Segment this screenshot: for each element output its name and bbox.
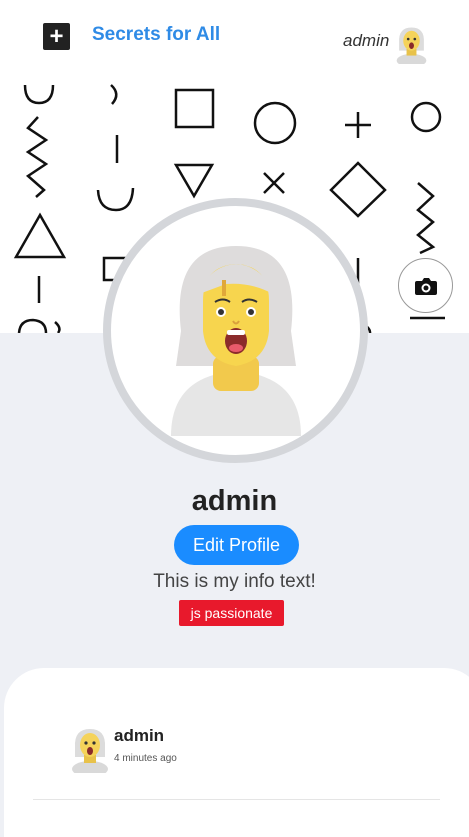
interest-tag[interactable]: js passionate [179,600,284,626]
profile-info-text: This is my info text! [153,571,316,592]
post-timestamp: 4 minutes ago [114,753,177,764]
camera-icon [414,277,437,295]
add-secret-button[interactable]: + [43,23,70,50]
header-avatar[interactable] [395,24,428,64]
divider [33,799,440,800]
emoji-avatar-icon [171,246,301,436]
post-card: admin 4 minutes ago [4,668,469,837]
post-avatar[interactable] [70,725,110,773]
edit-profile-button[interactable]: Edit Profile [174,525,299,565]
post-username[interactable]: admin [114,726,164,746]
top-bar: + Secrets for All admin [0,0,469,75]
change-cover-button[interactable] [398,258,453,313]
brand-link[interactable]: Secrets for All [92,24,220,46]
profile-avatar[interactable] [103,198,368,463]
plus-icon: + [49,22,64,50]
profile-name: admin [191,485,278,517]
header-username[interactable]: admin [343,31,389,51]
